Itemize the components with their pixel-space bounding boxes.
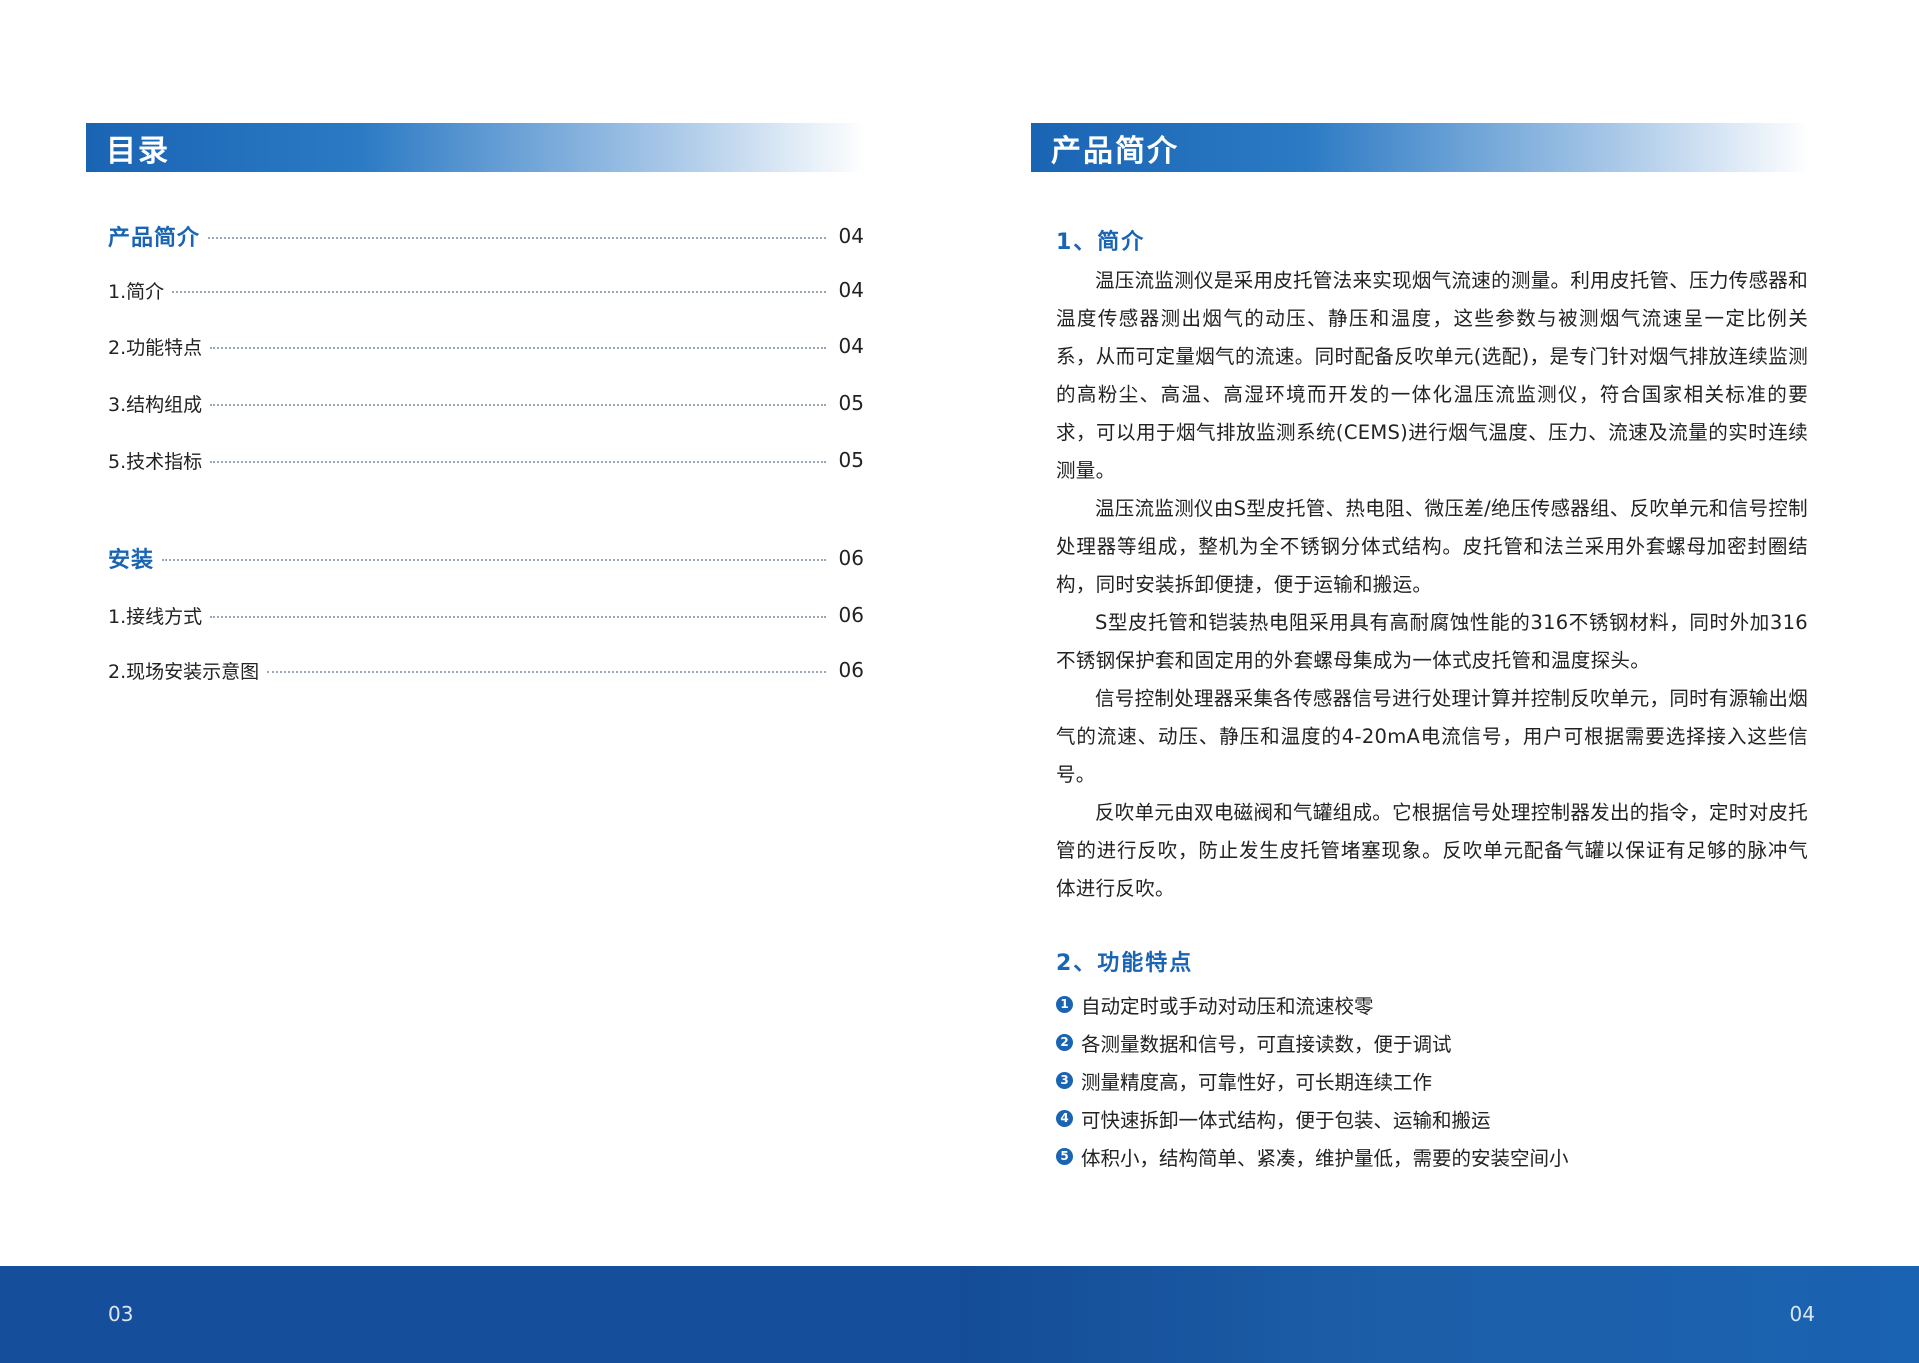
toc-item[interactable]: 5.技术指标 05 [108, 440, 864, 480]
feature-item: 3 测量精度高，可靠性好，可长期连续工作 [1056, 1061, 1808, 1099]
intro-paragraph: S型皮托管和铠装热电阻采用具有高耐腐蚀性能的316不锈钢材料，同时外加316不锈… [1056, 611, 1808, 672]
toc-item-page: 05 [838, 448, 864, 472]
toc-item-page: 04 [838, 334, 864, 358]
section-title: 产品简介 [1051, 133, 1179, 169]
toc-banner: 目录 [86, 123, 866, 172]
feature-text: 可快速拆卸一体式结构，便于包装、运输和搬运 [1081, 1108, 1491, 1132]
toc-item[interactable]: 安装 06 [108, 538, 864, 578]
intro-paragraph: 反吹单元由双电磁阀和气罐组成。它根据信号处理控制器发出的指令，定时对皮托管的进行… [1056, 801, 1808, 900]
feature-item: 5 体积小，结构简单、紧凑，维护量低，需要的安装空间小 [1056, 1137, 1808, 1175]
toc-item[interactable]: 产品简介 04 [108, 216, 864, 256]
number-badge-icon: 3 [1056, 1071, 1073, 1089]
intro-paragraph: 温压流监测仪由S型皮托管、热电阻、微压差/绝压传感器组、反吹单元和信号控制处理器… [1056, 497, 1808, 596]
feature-text: 体积小，结构简单、紧凑，维护量低，需要的安装空间小 [1081, 1146, 1569, 1170]
toc-item-label: 1.接线方式 [108, 605, 203, 628]
feature-text: 测量精度高，可靠性好，可长期连续工作 [1081, 1070, 1433, 1094]
toc-item-label: 安装 [108, 548, 155, 573]
toc-item[interactable]: 3.结构组成 05 [108, 383, 864, 423]
feature-item: 2 各测量数据和信号，可直接读数，便于调试 [1056, 1023, 1808, 1061]
page-number-right: 04 [1789, 1302, 1815, 1326]
feature-item: 4 可快速拆卸一体式结构，便于包装、运输和搬运 [1056, 1099, 1808, 1137]
toc-item-page: 06 [838, 546, 864, 570]
toc-leader-dots [210, 616, 826, 618]
toc-item-label: 5.技术指标 [108, 450, 203, 473]
footer-bar-left: 03 [0, 1266, 960, 1363]
toc-item-page: 05 [838, 391, 864, 415]
features-list: 1 自动定时或手动对动压和流速校零 2 各测量数据和信号，可直接读数，便于调试 … [1056, 985, 1808, 1175]
toc-leader-dots [267, 671, 826, 673]
page-number-left: 03 [108, 1302, 134, 1326]
toc-item[interactable]: 1.接线方式 06 [108, 595, 864, 635]
toc-item-page: 06 [838, 603, 864, 627]
toc-item-label: 2.现场安装示意图 [108, 660, 260, 683]
toc-leader-dots [210, 461, 826, 463]
toc-title: 目录 [106, 133, 170, 169]
toc-leader-dots [172, 291, 826, 293]
left-page: 目录 产品简介 04 1.简介 04 2.功能特点 04 3.结构组成 05 5… [0, 0, 960, 1363]
toc-leader-dots [208, 237, 826, 239]
feature-item: 1 自动定时或手动对动压和流速校零 [1056, 985, 1808, 1023]
intro-paragraph: 温压流监测仪是采用皮托管法来实现烟气流速的测量。利用皮托管、压力传感器和温度传感… [1056, 269, 1808, 482]
number-badge-icon: 2 [1056, 1033, 1073, 1051]
toc-item-page: 04 [838, 278, 864, 302]
intro-paragraph: 信号控制处理器采集各传感器信号进行处理计算并控制反吹单元，同时有源输出烟气的流速… [1056, 687, 1808, 786]
intro-heading: 1、简介 [1056, 230, 1146, 255]
toc-item[interactable]: 2.功能特点 04 [108, 326, 864, 366]
toc-item-label: 3.结构组成 [108, 393, 203, 416]
features-heading: 2、功能特点 [1056, 951, 1194, 976]
toc-leader-dots [162, 559, 826, 561]
number-badge-icon: 1 [1056, 995, 1073, 1013]
toc-item-label: 产品简介 [108, 226, 201, 251]
number-badge-icon: 5 [1056, 1147, 1073, 1165]
toc-item-page: 06 [838, 658, 864, 682]
feature-text: 各测量数据和信号，可直接读数，便于调试 [1081, 1032, 1452, 1056]
feature-text: 自动定时或手动对动压和流速校零 [1081, 994, 1374, 1018]
number-badge-icon: 4 [1056, 1109, 1073, 1127]
toc-leader-dots [210, 347, 826, 349]
footer-bar-right: 04 [960, 1266, 1919, 1363]
section-banner: 产品简介 [1031, 123, 1811, 172]
toc-item[interactable]: 1.简介 04 [108, 270, 864, 310]
toc-item-label: 2.功能特点 [108, 336, 203, 359]
toc-item-page: 04 [838, 224, 864, 248]
toc-item[interactable]: 2.现场安装示意图 06 [108, 650, 864, 690]
right-page: 产品简介 1、简介 温压流监测仪是采用皮托管法来实现烟气流速的测量。利用皮托管、… [960, 0, 1919, 1363]
toc-leader-dots [210, 404, 826, 406]
toc-item-label: 1.简介 [108, 280, 165, 303]
